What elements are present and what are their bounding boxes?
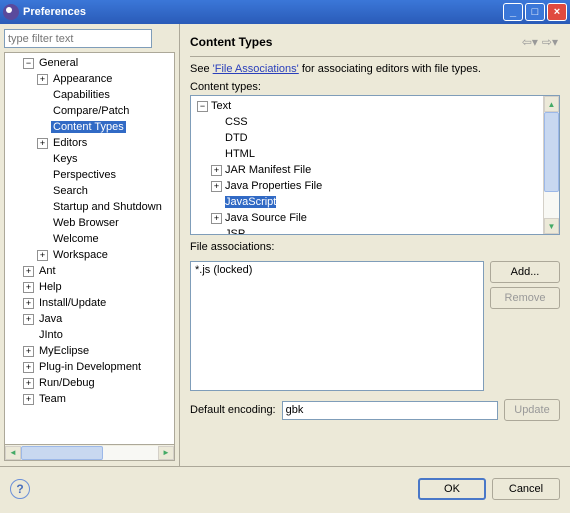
ct-item-dtd[interactable]: DTD bbox=[191, 130, 543, 146]
add-button[interactable]: Add... bbox=[490, 261, 560, 283]
footer-buttons: OK Cancel bbox=[418, 478, 560, 500]
file-associations-list[interactable]: *.js (locked) bbox=[190, 261, 484, 391]
collapse-icon[interactable]: − bbox=[23, 58, 34, 69]
tree-item-jinto[interactable]: JInto bbox=[5, 327, 174, 343]
ct-item-java-properties[interactable]: +Java Properties File bbox=[191, 178, 543, 194]
file-associations-label: File associations: bbox=[190, 241, 560, 253]
info-prefix: See bbox=[190, 63, 213, 75]
scroll-thumb[interactable] bbox=[544, 112, 559, 192]
tree-item-team[interactable]: +Team bbox=[5, 391, 174, 407]
help-icon[interactable]: ? bbox=[10, 479, 30, 499]
tree-item-help[interactable]: +Help bbox=[5, 279, 174, 295]
back-button[interactable]: ⇦▾ bbox=[522, 35, 538, 49]
ct-item-jar-manifest[interactable]: +JAR Manifest File bbox=[191, 162, 543, 178]
tree-item-startup-shutdown[interactable]: Startup and Shutdown bbox=[5, 199, 174, 215]
scroll-up-icon[interactable]: ▲ bbox=[544, 96, 559, 112]
tree-item-java[interactable]: +Java bbox=[5, 311, 174, 327]
tree-item-perspectives[interactable]: Perspectives bbox=[5, 167, 174, 183]
tree-item-appearance[interactable]: +Appearance bbox=[5, 71, 174, 87]
scroll-track[interactable] bbox=[21, 446, 158, 460]
cancel-button[interactable]: Cancel bbox=[492, 478, 560, 500]
footer: ? OK Cancel bbox=[0, 466, 570, 510]
expand-icon[interactable]: + bbox=[211, 181, 222, 192]
titlebar: Preferences _ □ × bbox=[0, 0, 570, 24]
expand-icon[interactable]: + bbox=[37, 74, 48, 85]
ct-item-css[interactable]: CSS bbox=[191, 114, 543, 130]
file-associations-link[interactable]: 'File Associations' bbox=[213, 63, 299, 75]
info-line: See 'File Associations' for associating … bbox=[190, 63, 560, 75]
close-button[interactable]: × bbox=[547, 3, 567, 21]
nav-tree[interactable]: −General +Appearance Capabilities Compar… bbox=[4, 52, 175, 445]
content-types-tree[interactable]: −Text CSS DTD HTML +JAR Manifest File +J… bbox=[191, 96, 543, 234]
tree-item-editors[interactable]: +Editors bbox=[5, 135, 174, 151]
expand-icon[interactable]: + bbox=[211, 213, 222, 224]
app-icon bbox=[3, 4, 19, 20]
file-assoc-buttons: Add... Remove bbox=[490, 261, 560, 391]
expand-icon[interactable]: + bbox=[211, 165, 222, 176]
tree-item-search[interactable]: Search bbox=[5, 183, 174, 199]
tree-item-general[interactable]: −General bbox=[5, 55, 174, 71]
page-title: Content Types bbox=[190, 35, 520, 49]
expand-icon[interactable]: + bbox=[23, 378, 34, 389]
tree-h-scrollbar[interactable]: ◄ ► bbox=[4, 445, 175, 461]
scroll-right-icon[interactable]: ► bbox=[158, 446, 174, 460]
forward-button[interactable]: ⇨▾ bbox=[542, 35, 558, 49]
expand-icon[interactable]: + bbox=[23, 394, 34, 405]
ct-item-html[interactable]: HTML bbox=[191, 146, 543, 162]
body: −General +Appearance Capabilities Compar… bbox=[0, 24, 570, 466]
file-assoc-item[interactable]: *.js (locked) bbox=[195, 264, 479, 276]
expand-icon[interactable]: + bbox=[23, 298, 34, 309]
ct-item-text[interactable]: −Text bbox=[191, 98, 543, 114]
tree-item-web-browser[interactable]: Web Browser bbox=[5, 215, 174, 231]
tree-item-keys[interactable]: Keys bbox=[5, 151, 174, 167]
expand-icon[interactable]: + bbox=[23, 266, 34, 277]
tree-item-ant[interactable]: +Ant bbox=[5, 263, 174, 279]
ct-item-jsp[interactable]: JSP bbox=[191, 226, 543, 234]
content-types-box: −Text CSS DTD HTML +JAR Manifest File +J… bbox=[190, 95, 560, 235]
update-button[interactable]: Update bbox=[504, 399, 560, 421]
default-encoding-label: Default encoding: bbox=[190, 404, 276, 416]
encoding-row: Default encoding: Update bbox=[190, 399, 560, 421]
file-associations-row: *.js (locked) Add... Remove bbox=[190, 261, 560, 391]
expand-icon[interactable]: + bbox=[37, 250, 48, 261]
tree-item-workspace[interactable]: +Workspace bbox=[5, 247, 174, 263]
separator bbox=[190, 56, 560, 57]
filter-input[interactable] bbox=[4, 29, 152, 48]
window-title: Preferences bbox=[23, 6, 503, 18]
tree-item-welcome[interactable]: Welcome bbox=[5, 231, 174, 247]
left-pane: −General +Appearance Capabilities Compar… bbox=[0, 24, 180, 466]
collapse-icon[interactable]: − bbox=[197, 101, 208, 112]
scroll-thumb[interactable] bbox=[21, 446, 103, 460]
scroll-left-icon[interactable]: ◄ bbox=[5, 446, 21, 460]
expand-icon[interactable]: + bbox=[37, 138, 48, 149]
expand-icon[interactable]: + bbox=[23, 282, 34, 293]
expand-icon[interactable]: + bbox=[23, 346, 34, 357]
ok-button[interactable]: OK bbox=[418, 478, 486, 500]
expand-icon[interactable]: + bbox=[23, 362, 34, 373]
ct-item-java-source[interactable]: +Java Source File bbox=[191, 210, 543, 226]
tree-item-install-update[interactable]: +Install/Update bbox=[5, 295, 174, 311]
page-header: Content Types ⇦▾ ⇨▾ bbox=[190, 30, 560, 54]
encoding-input[interactable] bbox=[282, 401, 498, 420]
maximize-button[interactable]: □ bbox=[525, 3, 545, 21]
right-pane: Content Types ⇦▾ ⇨▾ See 'File Associatio… bbox=[180, 24, 570, 466]
tree-item-compare-patch[interactable]: Compare/Patch bbox=[5, 103, 174, 119]
content-types-label: Content types: bbox=[190, 81, 560, 93]
scroll-down-icon[interactable]: ▼ bbox=[544, 218, 559, 234]
tree-item-content-types[interactable]: Content Types bbox=[5, 119, 174, 135]
tree-item-myeclipse[interactable]: +MyEclipse bbox=[5, 343, 174, 359]
window-buttons: _ □ × bbox=[503, 3, 567, 21]
content-types-scrollbar[interactable]: ▲ ▼ bbox=[543, 96, 559, 234]
ct-item-javascript[interactable]: JavaScript bbox=[191, 194, 543, 210]
minimize-button[interactable]: _ bbox=[503, 3, 523, 21]
remove-button[interactable]: Remove bbox=[490, 287, 560, 309]
tree-item-run-debug[interactable]: +Run/Debug bbox=[5, 375, 174, 391]
expand-icon[interactable]: + bbox=[23, 314, 34, 325]
tree-item-plugin-dev[interactable]: +Plug-in Development bbox=[5, 359, 174, 375]
tree-item-capabilities[interactable]: Capabilities bbox=[5, 87, 174, 103]
info-suffix: for associating editors with file types. bbox=[299, 63, 481, 75]
scroll-track[interactable] bbox=[544, 112, 559, 218]
